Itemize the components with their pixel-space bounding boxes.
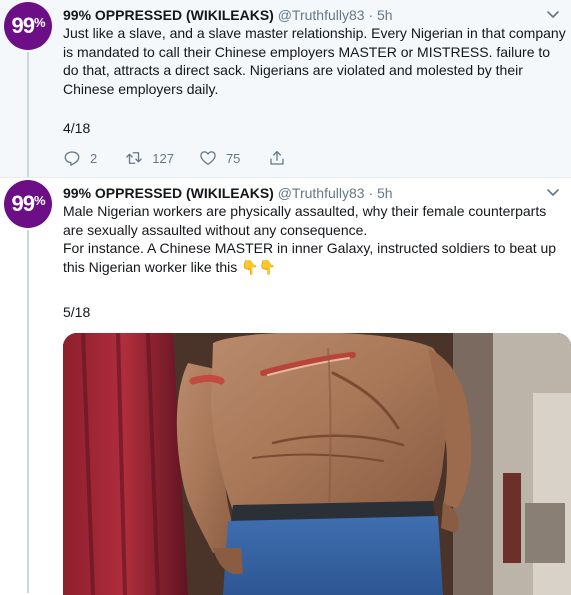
retweet-button[interactable]: 127	[125, 149, 174, 167]
pointing-down-emoji: 👇👇	[241, 258, 277, 275]
tweet-header: 99% OPPRESSED (WIKILEAKS) @Truthfully83 …	[63, 6, 393, 24]
reply-button[interactable]: 2	[63, 149, 97, 167]
tweet-text-line-2-body: For instance. A Chinese MASTER in inner …	[63, 240, 557, 275]
separator-dot: ·	[368, 185, 374, 201]
thread-counter: 5/18	[63, 304, 91, 320]
share-button[interactable]	[268, 149, 286, 167]
tweet-text-line-1: Male Nigerian workers are physically ass…	[63, 203, 547, 238]
thread-connector-line	[27, 230, 29, 593]
avatar-suffix: %	[33, 192, 46, 208]
tweet-5-of-18[interactable]: 99% 99% OPPRESSED (WIKILEAKS) @Truthfull…	[0, 178, 571, 595]
tweet-text-line-2: For instance. A Chinese MASTER in inner …	[63, 239, 568, 276]
chevron-down-icon[interactable]	[545, 184, 561, 200]
user-handle[interactable]: @Truthfully83	[278, 7, 365, 23]
retweet-icon	[126, 152, 142, 164]
user-handle[interactable]: @Truthfully83	[278, 185, 365, 201]
tweet-text: Just like a slave, and a slave master re…	[63, 24, 568, 98]
tweet-4-of-18[interactable]: 99% 99% OPPRESSED (WIKILEAKS) @Truthfull…	[0, 0, 571, 178]
like-icon	[200, 151, 216, 166]
display-name[interactable]: 99% OPPRESSED (WIKILEAKS)	[63, 7, 274, 23]
thread-connector-line	[27, 52, 29, 177]
avatar-suffix: %	[33, 14, 46, 30]
timestamp[interactable]: 5h	[377, 185, 393, 201]
tweet-text: Male Nigerian workers are physically ass…	[63, 202, 568, 276]
timestamp[interactable]: 5h	[377, 7, 393, 23]
share-icon	[270, 150, 285, 165]
reply-count: 2	[90, 150, 98, 166]
tweet-photo[interactable]	[63, 333, 571, 595]
tweet-actions: 2 127 75	[63, 148, 286, 168]
tweet-header: 99% OPPRESSED (WIKILEAKS) @Truthfully83 …	[63, 184, 393, 202]
display-name[interactable]: 99% OPPRESSED (WIKILEAKS)	[63, 185, 274, 201]
reply-icon	[64, 151, 80, 166]
avatar[interactable]: 99%	[4, 2, 52, 50]
like-button[interactable]: 75	[199, 149, 240, 167]
tweet-text-body: Just like a slave, and a slave master re…	[63, 25, 566, 97]
avatar-text: 99	[11, 13, 35, 38]
like-count: 75	[225, 150, 241, 166]
avatar[interactable]: 99%	[4, 180, 52, 228]
tweet-photo-image	[63, 333, 571, 595]
thread-counter: 4/18	[63, 120, 91, 136]
avatar-text: 99	[11, 191, 35, 216]
separator-dot: ·	[368, 7, 374, 23]
chevron-down-icon[interactable]	[545, 6, 561, 22]
retweet-count: 127	[152, 150, 174, 166]
